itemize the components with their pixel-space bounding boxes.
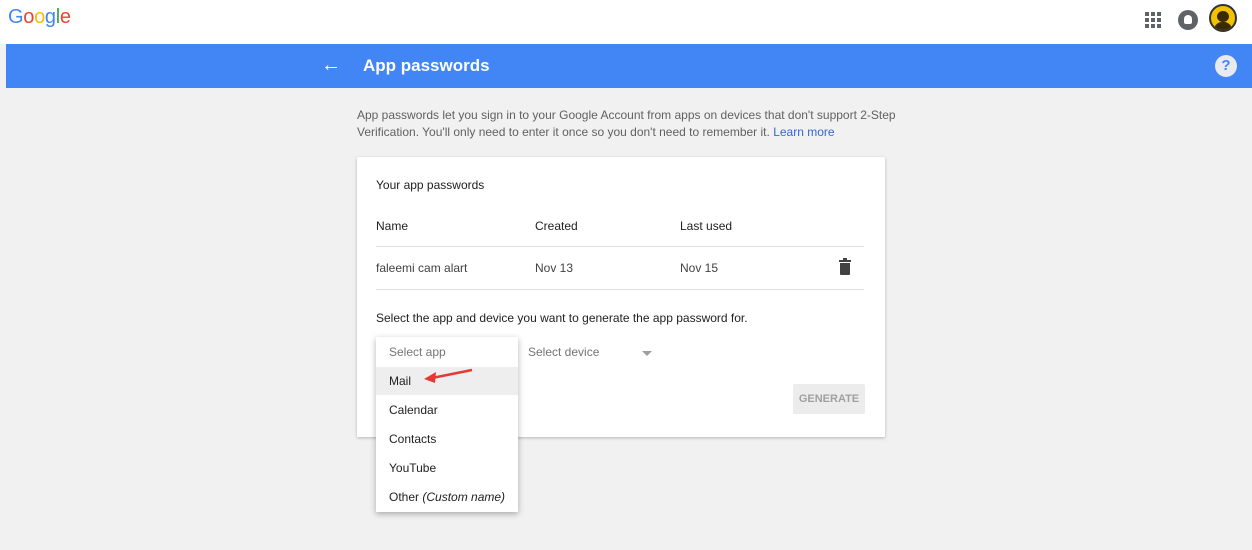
option-other-label: Other <box>389 490 423 504</box>
logo-letter: G <box>8 6 24 28</box>
page-title: App passwords <box>363 56 490 75</box>
apps-grid-icon[interactable] <box>1145 12 1161 28</box>
select-prompt: Select the app and device you want to ge… <box>376 311 748 325</box>
logo-letter: o <box>34 6 45 28</box>
option-youtube[interactable]: YouTube <box>376 454 518 482</box>
table-divider <box>376 246 864 247</box>
notifications-icon[interactable] <box>1178 10 1198 30</box>
learn-more-link[interactable]: Learn more <box>773 125 834 139</box>
row-name: faleemi cam alart <box>376 261 468 275</box>
card-heading: Your app passwords <box>376 178 485 192</box>
column-header-last-used: Last used <box>680 219 733 233</box>
trash-icon[interactable] <box>839 258 851 275</box>
arrow-left-icon[interactable]: ← <box>321 54 341 76</box>
select-device-dropdown[interactable]: Select device <box>528 345 658 365</box>
table-divider <box>376 289 864 290</box>
logo-letter: e <box>59 6 71 28</box>
option-other[interactable]: Other (Custom name) <box>376 483 518 511</box>
logo-letter: g <box>44 6 56 28</box>
column-header-created: Created <box>535 219 578 233</box>
google-logo[interactable]: Google <box>8 6 71 29</box>
option-other-suffix: (Custom name) <box>422 490 506 504</box>
chevron-down-icon <box>642 351 652 356</box>
select-device-label: Select device <box>528 345 600 359</box>
option-contacts[interactable]: Contacts <box>376 425 518 453</box>
select-app-dropdown[interactable]: Select app Mail Calendar Contacts YouTub… <box>376 337 518 512</box>
select-app-placeholder[interactable]: Select app <box>376 338 518 366</box>
row-created: Nov 13 <box>535 261 574 275</box>
help-icon[interactable]: ? <box>1215 55 1237 77</box>
generate-button[interactable]: GENERATE <box>793 384 865 414</box>
row-last-used: Nov 15 <box>680 261 719 275</box>
annotation-arrow-icon <box>424 368 473 383</box>
app-bar: ← App passwords ? <box>6 44 1252 88</box>
column-header-name: Name <box>376 219 409 233</box>
option-calendar[interactable]: Calendar <box>376 396 518 424</box>
top-bar: Google <box>0 0 1252 44</box>
intro-text: App passwords let you sign in to your Go… <box>357 107 897 141</box>
logo-letter: o <box>23 6 35 28</box>
avatar[interactable] <box>1209 4 1237 32</box>
